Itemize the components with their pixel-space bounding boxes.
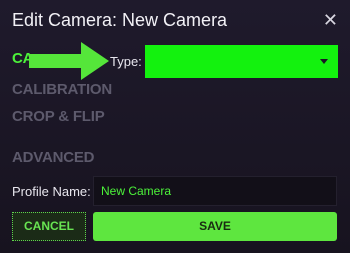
profile-name-label: Profile Name:	[12, 184, 91, 199]
nav-item-advanced[interactable]: ADVANCED	[12, 149, 94, 166]
nav-item-crop-flip[interactable]: CROP & FLIP	[12, 108, 105, 125]
edit-camera-dialog: Edit Camera: New Camera ✕ CA CALIBRATION…	[0, 0, 350, 253]
type-label: Type:	[110, 54, 142, 69]
dialog-title: Edit Camera: New Camera	[12, 10, 228, 30]
chevron-down-icon	[320, 59, 328, 64]
type-select[interactable]	[145, 45, 338, 78]
arrow-right-icon	[29, 42, 109, 80]
save-button[interactable]: SAVE	[93, 212, 337, 241]
cancel-button[interactable]: CANCEL	[12, 212, 86, 241]
close-icon[interactable]: ✕	[323, 12, 338, 30]
profile-name-input[interactable]: New Camera	[93, 176, 337, 206]
nav-item-calibration[interactable]: CALIBRATION	[12, 81, 112, 98]
